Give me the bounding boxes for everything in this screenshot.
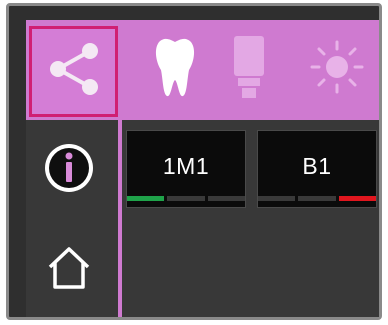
shade-indicator-bar: [127, 196, 165, 201]
shade-card-1[interactable]: 1M1: [126, 130, 246, 208]
lamp-icon: [232, 34, 266, 105]
shade-card-2[interactable]: B1: [257, 130, 377, 208]
tooth-icon: [153, 36, 197, 103]
shade-indicator-bars: [127, 196, 245, 201]
sun-button[interactable]: [307, 34, 367, 104]
sun-icon: [309, 39, 365, 100]
shade-indicator-bars: [258, 196, 376, 201]
device-frame: 1M1 B1: [6, 3, 382, 320]
info-icon: [42, 141, 96, 200]
shade-indicator-bar: [207, 196, 245, 201]
shade-indicator-bar: [338, 196, 376, 201]
sidebar-divider: [118, 120, 122, 317]
shade-indicator-bar: [258, 196, 296, 201]
shade-label: 1M1: [162, 153, 210, 179]
home-icon: [44, 243, 94, 298]
lamp-button[interactable]: [229, 34, 269, 104]
share-button[interactable]: [29, 26, 118, 117]
top-toolbar: [26, 20, 379, 120]
screen: 1M1 B1: [26, 20, 379, 317]
info-button[interactable]: [39, 140, 99, 200]
shade-indicator-bar: [298, 196, 336, 201]
tooth-button[interactable]: [151, 34, 199, 104]
shade-label: B1: [302, 153, 332, 179]
home-button[interactable]: [39, 240, 99, 300]
shade-indicator-bar: [167, 196, 205, 201]
share-icon: [44, 39, 104, 104]
